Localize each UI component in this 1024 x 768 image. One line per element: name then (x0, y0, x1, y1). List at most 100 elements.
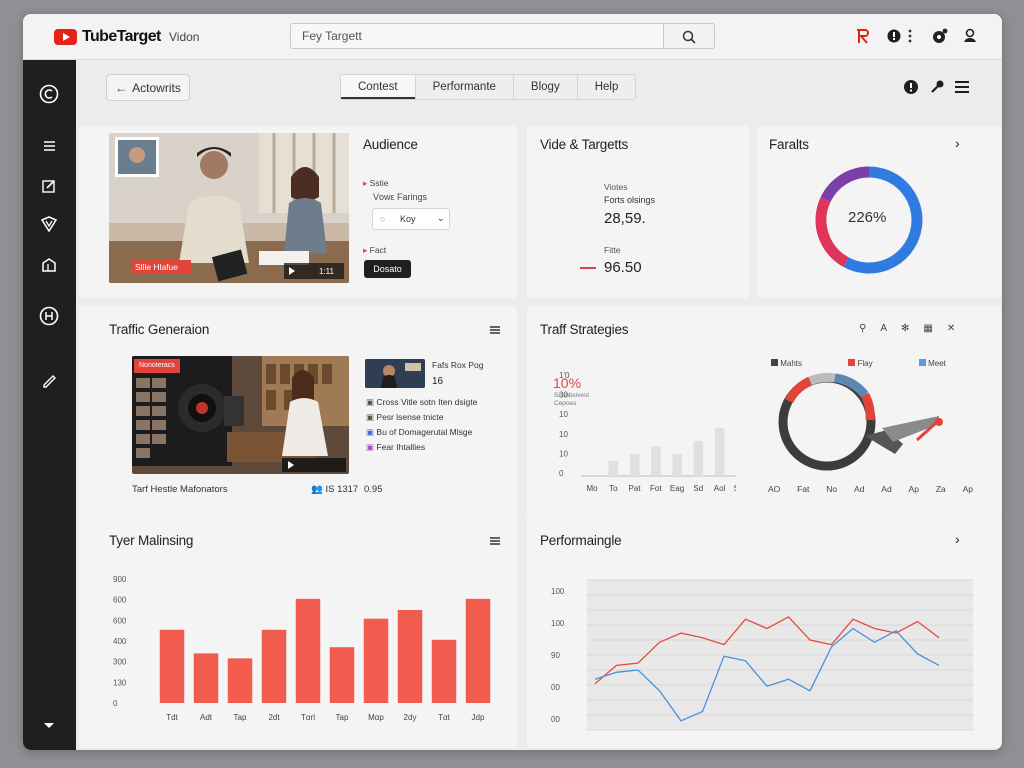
close-icon[interactable]: ✕ (947, 323, 955, 334)
traffic-list: ▣ Cross Vitle sotn Iten dsigte ▣ Pesr ls… (366, 397, 477, 457)
video-targets-title: Vide & Targetts (540, 137, 629, 152)
performaingle-line-chart: 100 100 90 00 00 (551, 579, 973, 731)
bar (672, 454, 682, 476)
traffic-video-thumbnail[interactable]: Nonoteracs (132, 356, 349, 474)
bar (227, 658, 253, 703)
donut-tick-labels: AO Fat No Ad Ad Ap Za Ap (768, 484, 973, 494)
traff-donut-chart (778, 372, 943, 471)
list-item[interactable]: ▣ Fear Ihtallies (366, 442, 477, 457)
traff-percent: 10% (553, 375, 582, 391)
faralts-title: Faralts (769, 137, 809, 152)
traff-strategies-title: Traff Strategies (540, 322, 629, 337)
y-tick-label: 400 (113, 637, 127, 646)
chart-icon[interactable]: ▦ (923, 323, 932, 334)
tick-label: AO (768, 484, 781, 494)
r-logo-icon[interactable] (855, 27, 871, 45)
sidebar-edit-icon[interactable] (38, 175, 60, 197)
traffic-video-image (132, 356, 349, 474)
text-icon[interactable]: A (880, 323, 887, 334)
y-tick-label: 130 (113, 678, 127, 687)
chevron-right-icon[interactable]: › (955, 531, 960, 547)
select-value: Kοy (400, 214, 416, 224)
tyer-title: Tyer Malinsing (109, 533, 194, 548)
x-tick-label: Tαt (438, 713, 451, 722)
top-bar: TubeTarget Vidοn (23, 14, 1002, 60)
tick-label: Ap (908, 484, 919, 494)
back-button[interactable]: ← Actowrits (106, 74, 190, 101)
x-tick-label: Pat (629, 484, 642, 493)
nav-video-link[interactable]: Vidοn (169, 30, 199, 44)
key-icon[interactable] (929, 79, 945, 95)
x-tick-label: To (609, 484, 618, 493)
hamburger-icon[interactable] (489, 536, 501, 546)
user-icon[interactable] (962, 27, 978, 45)
logo-text: TubeTarget (82, 28, 161, 45)
mini-video-thumbnail[interactable] (365, 359, 425, 388)
hamburger-icon[interactable] (489, 325, 501, 335)
tick-label: No (826, 484, 838, 494)
bar (397, 610, 423, 703)
chevron-right-icon[interactable]: › (955, 135, 960, 151)
audience-label-fact: ▸ Fact (363, 245, 387, 255)
sidebar-library-icon[interactable] (38, 254, 60, 276)
alert-icon[interactable] (903, 79, 919, 95)
sidebar (23, 60, 76, 750)
tick-label: Fat (797, 484, 810, 494)
y-tick-label: 00 (551, 683, 560, 692)
audience-video-image (109, 133, 349, 283)
tab-contest[interactable]: Contest (341, 75, 416, 99)
side-title: Fafs Rox Pog (432, 360, 484, 370)
y-tick-label: 300 (113, 658, 127, 667)
pie-slice (815, 197, 849, 267)
y-tick-label: 100 (551, 619, 565, 628)
side-count: 16 (432, 376, 444, 387)
legend-item: Mahts (780, 359, 803, 368)
search-icon[interactable]: ⚲ (859, 323, 866, 334)
y-tick-label: 0 (559, 469, 564, 478)
sidebar-collapse-icon[interactable] (38, 714, 60, 736)
sidebar-history-icon[interactable] (38, 305, 60, 327)
menu-icon[interactable] (954, 80, 970, 94)
play-logo-icon (54, 29, 77, 45)
y-tick-label: 10 (559, 410, 568, 419)
audience-title: Audience (363, 137, 418, 152)
legend-item: Meet (928, 359, 946, 368)
y-tick-label: 600 (113, 616, 127, 625)
y-tick-label: 90 (551, 651, 560, 660)
tab-blogy[interactable]: Blogy (514, 75, 578, 99)
audience-select[interactable]: ○ Kοy ⌄ (372, 208, 450, 230)
checkbox-icon: ▣ (366, 412, 377, 422)
list-item[interactable]: ▣ Cross Vitle sotn Iten dsigte (366, 397, 477, 412)
thumbnail-logo-text: Nonoteracs (139, 362, 175, 369)
audience-video-thumbnail[interactable]: Sllle Hlafue 1:11 (109, 133, 349, 283)
tab-help[interactable]: Help (578, 75, 636, 99)
x-tick-label: Aol (714, 484, 726, 493)
info-icon[interactable] (887, 27, 901, 45)
performaingle-title: Performaingle (540, 533, 622, 548)
notifications-icon[interactable] (931, 27, 949, 45)
sidebar-pen-icon[interactable] (38, 369, 60, 391)
search-icon (682, 30, 696, 44)
sidebar-list-icon[interactable] (38, 135, 60, 157)
more-vertical-icon[interactable] (907, 27, 913, 45)
sidebar-shield-icon[interactable] (38, 213, 60, 235)
tick-label: Ad (854, 484, 865, 494)
back-button-label: Actowrits (132, 80, 181, 95)
search-button[interactable] (663, 23, 715, 49)
list-item[interactable]: ▣ Pesr lsense tnicte (366, 412, 477, 427)
bar (714, 428, 725, 476)
bar (431, 639, 457, 703)
mini-video-image (365, 359, 425, 388)
settings-icon[interactable]: ✻ (901, 323, 909, 334)
bar (629, 454, 640, 476)
app-logo[interactable]: TubeTarget (54, 28, 161, 46)
x-tick-label: Mαp (368, 713, 384, 722)
list-item[interactable]: ▣ Bu of Domagerutal Mlsge (366, 427, 477, 442)
tab-performance[interactable]: Performante (416, 75, 514, 99)
search-input[interactable] (290, 23, 664, 49)
sidebar-home-icon[interactable] (38, 83, 60, 105)
pie-slice (820, 166, 870, 203)
traffic-gen-caption: Tarf Hestle Mafonators (132, 484, 228, 495)
donate-button[interactable]: Dοsatο (364, 260, 411, 278)
bar (261, 629, 287, 703)
